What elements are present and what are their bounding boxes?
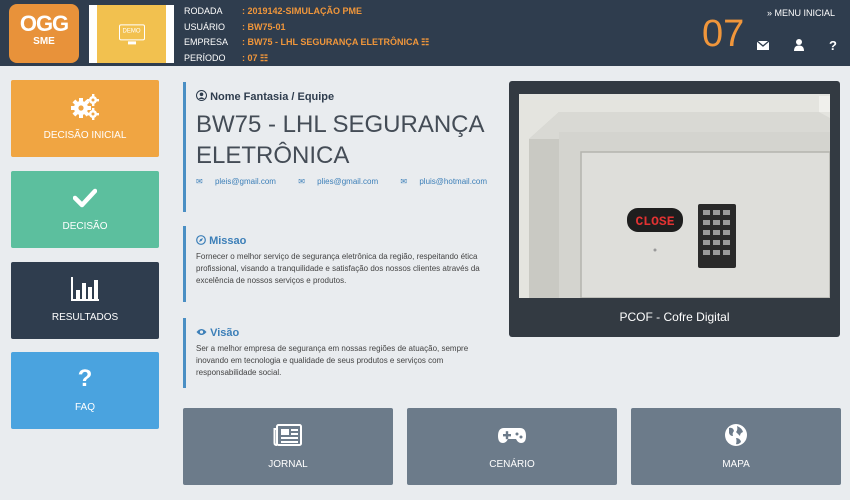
envelope-icon: ✉	[196, 177, 203, 186]
question-icon[interactable]: ?	[829, 38, 845, 54]
info-row-empresa[interactable]: EMPRESA : BW75 - LHL SEGURANÇA ELETRÔNICA…	[184, 35, 429, 51]
company-heading: Nome Fantasia / Equipe	[195, 89, 507, 103]
sidebar-item-label: FAQ	[74, 402, 95, 413]
company-block: Nome Fantasia / Equipe BW75 - LHL SEGURA…	[183, 82, 507, 212]
menu-inicial-link[interactable]: » MENU INICIAL	[767, 8, 835, 18]
company-name: BW75 - LHL SEGURANÇA ELETRÔNICA	[196, 111, 484, 169]
envelope-icon: ✉	[298, 177, 305, 186]
globe-icon	[631, 422, 841, 448]
envelope-icon[interactable]	[756, 38, 772, 54]
product-caption: PCOF - Cofre Digital	[619, 310, 730, 324]
missao-title: Missao	[209, 235, 247, 247]
info-label: EMPRESA	[184, 37, 229, 47]
info-value: : 2019142-SIMULAÇÃO PME	[242, 6, 363, 16]
company-heading-text: Nome Fantasia / Equipe	[210, 91, 335, 103]
jornal-button[interactable]: JORNAL	[183, 408, 393, 485]
newspaper-icon	[183, 422, 393, 448]
top-bar: OGG SME DEMO RODADA : 2019142-SIMULAÇÃO P…	[0, 0, 850, 66]
email-list: ✉ pleis@gmail.com ✉ plies@gmail.com ✉ pl…	[196, 177, 507, 186]
email-address: pluis@hotmail.com	[419, 177, 488, 186]
missao-block: Missao Fornecer o melhor serviço de segu…	[183, 226, 486, 302]
product-photo: CLOSE	[519, 94, 830, 298]
visao-title: Visão	[210, 327, 240, 339]
missao-heading: Missao	[196, 235, 486, 247]
user-icon[interactable]	[792, 38, 808, 54]
visao-text: Ser a melhor empresa de segurança em nos…	[196, 344, 469, 377]
demo-badge: DEMO	[89, 5, 174, 63]
logo-subtext: SME	[33, 36, 55, 47]
email-item[interactable]: ✉ pluis@hotmail.com	[400, 177, 497, 186]
info-row-rodada: RODADA : 2019142-SIMULAÇÃO PME	[184, 4, 429, 20]
bottom-button-label: MAPA	[722, 459, 750, 470]
sidebar-item-label: DECISÃO INICIAL	[43, 130, 127, 141]
bottom-button-label: JORNAL	[268, 459, 308, 470]
question-icon: ?	[77, 365, 93, 392]
bottom-button-label: CENÁRIO	[489, 459, 535, 470]
sidebar-item-faq[interactable]: ? FAQ	[11, 352, 159, 429]
info-value[interactable]: : BW75 - LHL SEGURANÇA ELETRÔNICA ☷	[242, 37, 429, 47]
info-label: RODADA	[184, 6, 223, 16]
sidebar-item-resultados[interactable]: RESULTADOS	[11, 262, 159, 339]
product-card: CLOSE PCOF - Cofre Digital	[509, 81, 840, 337]
sidebar-item-decisao-inicial[interactable]: DECISÃO INICIAL	[11, 80, 159, 157]
info-value[interactable]: : 07 ☷	[242, 53, 268, 63]
info-label: PERÍODO	[184, 52, 226, 63]
info-value: : BW75-01	[242, 21, 286, 32]
logo-text: OGG	[19, 11, 69, 36]
demo-monitor-icon: DEMO	[118, 24, 145, 45]
check-icon	[11, 183, 159, 213]
email-item[interactable]: ✉ plies@gmail.com	[298, 177, 388, 186]
mapa-button[interactable]: MAPA	[631, 408, 841, 485]
current-period: 07	[702, 13, 745, 55]
envelope-icon: ✉	[400, 177, 408, 186]
email-address: plies@gmail.com	[317, 177, 379, 186]
sidebar-item-decisao[interactable]: DECISÃO	[11, 171, 159, 248]
ogg-sme-logo[interactable]: OGG SME	[9, 4, 79, 63]
visao-heading: Visão	[196, 327, 486, 339]
eye-icon	[196, 327, 210, 339]
missao-text: Fornecer o melhor serviço de segurança e…	[196, 252, 480, 285]
info-label: USUÁRIO	[184, 21, 226, 32]
info-row-periodo[interactable]: PERÍODO : 07 ☷	[184, 51, 429, 67]
bar-chart-icon	[11, 274, 159, 304]
cenario-button[interactable]: CENÁRIO	[407, 408, 617, 485]
gamepad-icon	[407, 422, 617, 448]
sidebar-item-label: RESULTADOS	[51, 312, 119, 323]
compass-icon	[196, 235, 209, 247]
email-address: pleis@gmail.com	[214, 177, 276, 186]
gears-icon	[11, 92, 159, 122]
info-row-usuario: USUÁRIO : BW75-01	[184, 20, 429, 36]
session-info: RODADA : 2019142-SIMULAÇÃO PME USUÁRIO : B…	[184, 4, 429, 66]
safe-display-text: CLOSE	[635, 214, 674, 229]
user-circle-icon	[195, 89, 210, 103]
visao-block: Visão Ser a melhor empresa de segurança …	[183, 318, 486, 388]
sidebar-item-label: DECISÃO	[62, 221, 108, 232]
email-item[interactable]: ✉ pleis@gmail.com	[196, 177, 286, 186]
